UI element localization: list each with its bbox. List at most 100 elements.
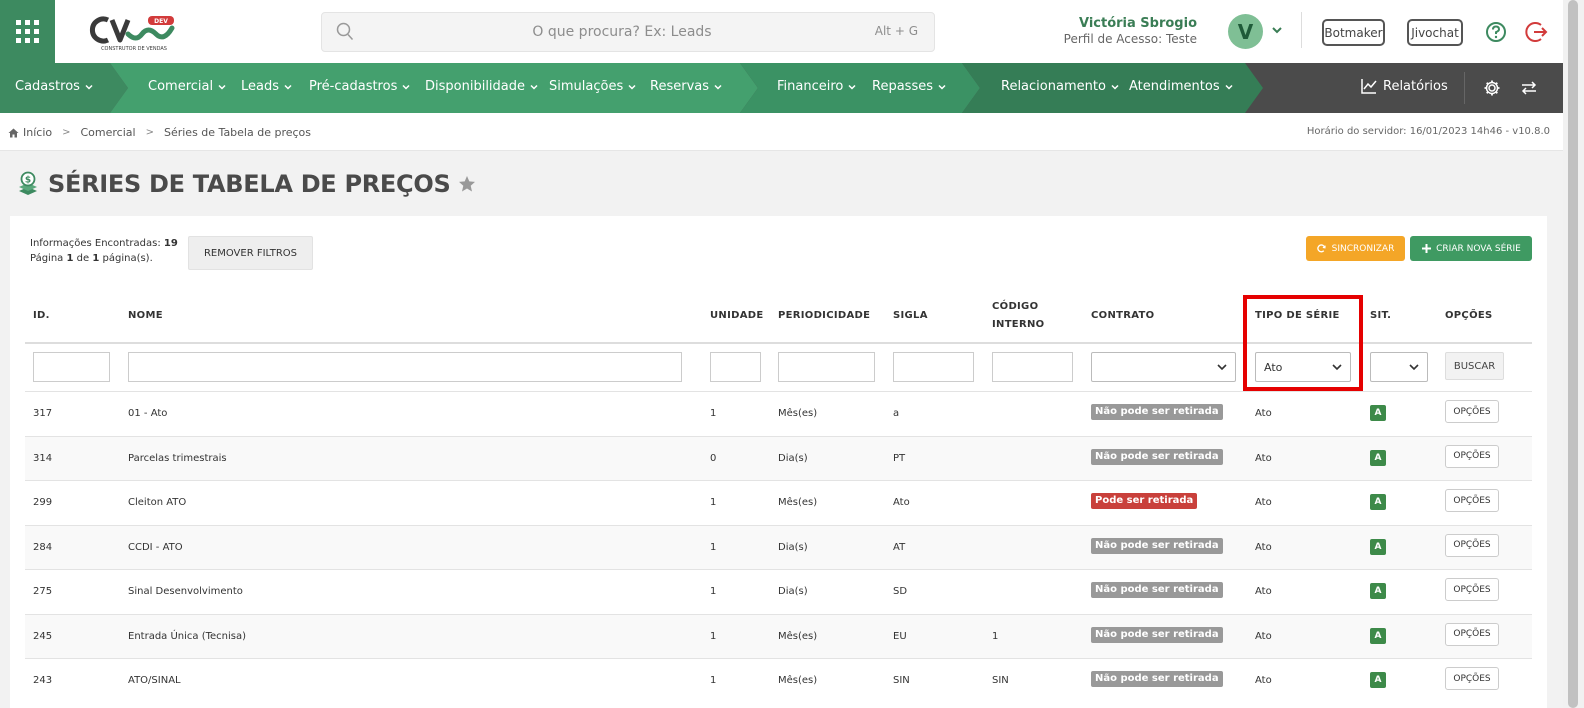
row-options-button[interactable]: OPÇÕES xyxy=(1445,400,1499,423)
row-options-button[interactable]: OPÇÕES xyxy=(1445,489,1499,512)
cell-tipo: Ato xyxy=(1255,630,1272,642)
server-time: Horário do servidor: 16/01/2023 14h46 - … xyxy=(1306,126,1550,137)
table-row[interactable]: 317 01 - Ato 1 Mês(es) a Não pode ser retirad… xyxy=(25,391,1532,435)
row-options-button[interactable]: OPÇÕES xyxy=(1445,533,1499,557)
row-options-button[interactable]: OPÇÕES xyxy=(1445,444,1499,468)
user-name[interactable]: Victória Sbrogio xyxy=(1079,16,1197,31)
svg-text:$: $ xyxy=(25,176,31,186)
header-codigo-interno[interactable]: CÓDIGO INTERNO xyxy=(992,298,1044,334)
cell-tipo: Ato xyxy=(1255,408,1272,419)
header-periodicidade[interactable]: PERIODICIDADE xyxy=(778,307,870,325)
favorite-star-icon[interactable] xyxy=(458,175,476,193)
cell-sigla: Ato xyxy=(893,497,910,508)
nav-repasses[interactable]: Repasses xyxy=(872,79,946,94)
swap-arrows-icon[interactable] xyxy=(1520,80,1538,96)
nav-financeiro[interactable]: Financeiro xyxy=(777,79,856,94)
botmaker-button[interactable]: Botmaker xyxy=(1322,19,1385,46)
nav-comercial[interactable]: Comercial xyxy=(148,79,226,94)
nav-simulacoes[interactable]: Simulações xyxy=(549,79,636,94)
search-icon[interactable] xyxy=(336,22,354,42)
chevron-down-icon xyxy=(1332,363,1342,370)
filter-contrato-select[interactable] xyxy=(1091,352,1236,382)
sync-button[interactable]: SINCRONIZAR xyxy=(1306,236,1405,261)
header-unidade[interactable]: UNIDADE xyxy=(710,307,763,325)
filter-sigla-input[interactable] xyxy=(893,352,974,382)
global-search: Alt + G xyxy=(321,12,935,52)
cell-unidade: 1 xyxy=(710,408,717,419)
nav-atendimentos[interactable]: Atendimentos xyxy=(1129,79,1233,94)
filter-periodicidade-input[interactable] xyxy=(778,352,875,382)
row-options-button[interactable]: OPÇÕES xyxy=(1445,578,1499,601)
nav-cadastros[interactable]: Cadastros xyxy=(15,79,93,94)
cell-nome: Sinal Desenvolvimento xyxy=(128,586,243,597)
cell-periodicidade: Mês(es) xyxy=(778,675,818,686)
contrato-badge: Não pode ser retirada xyxy=(1091,448,1223,465)
breadcrumb-comercial[interactable]: Comercial xyxy=(81,126,136,139)
header-sigla[interactable]: SIGLA xyxy=(893,307,928,325)
logout-icon[interactable] xyxy=(1525,20,1549,44)
nav-pre-cadastros[interactable]: Pré-cadastros xyxy=(309,79,410,94)
refresh-icon xyxy=(1316,244,1326,253)
status-badge: A xyxy=(1370,405,1386,421)
header-tipo-serie[interactable]: TIPO DE SÉRIE xyxy=(1255,307,1340,325)
logo-subtitle: CONSTRUTOR DE VENDAS xyxy=(101,46,167,52)
header-id[interactable]: ID. xyxy=(33,307,50,325)
cell-tipo: Ato xyxy=(1255,586,1272,597)
filter-codigo-input[interactable] xyxy=(992,352,1073,382)
cell-sigla: EU xyxy=(893,630,907,642)
status-badge: A xyxy=(1370,538,1386,555)
cell-nome: CCDI - ATO xyxy=(128,541,183,553)
remove-filters-button[interactable]: REMOVER FILTROS xyxy=(188,236,313,270)
header-situacao[interactable]: SIT. xyxy=(1370,307,1391,325)
table-row[interactable]: 245 Entrada Única (Tecnisa) 1 Mês(es) EU 1 Não… xyxy=(25,613,1532,658)
search-input[interactable] xyxy=(362,13,882,51)
filter-id-input[interactable] xyxy=(33,352,110,382)
contrato-badge: Não pode ser retirada xyxy=(1091,582,1223,598)
results-info: Informações Encontradas: 19 Página 1 de … xyxy=(30,238,178,264)
status-badge: A xyxy=(1370,627,1386,644)
cell-periodicidade: Mês(es) xyxy=(778,630,818,642)
cell-periodicidade: Mês(es) xyxy=(778,408,818,419)
apps-grid-icon xyxy=(16,20,39,43)
scrollbar-thumb[interactable] xyxy=(1568,0,1578,708)
table-row[interactable]: 275 Sinal Desenvolvimento 1 Dia(s) SD Não pod… xyxy=(25,569,1532,613)
header-nome[interactable]: NOME xyxy=(128,307,163,325)
create-series-button[interactable]: CRIAR NOVA SÉRIE xyxy=(1410,236,1532,261)
filter-nome-input[interactable] xyxy=(128,352,682,382)
top-header: DEV CONSTRUTOR DE VENDAS Alt + G Victóri… xyxy=(0,0,1563,63)
help-icon[interactable] xyxy=(1485,21,1507,43)
chevron-down-icon xyxy=(1217,363,1227,370)
filter-unidade-input[interactable] xyxy=(710,352,761,382)
breadcrumb-home[interactable]: Início xyxy=(8,126,52,139)
table-row[interactable]: 243 ATO/SINAL 1 Mês(es) SIN SIN Não pode ser r… xyxy=(25,658,1532,702)
nav-relatorios[interactable]: Relatórios xyxy=(1360,77,1448,95)
table-row[interactable]: 314 Parcelas trimestrais 0 Dia(s) PT Não pode… xyxy=(25,435,1532,480)
cv-logo[interactable]: DEV CONSTRUTOR DE VENDAS xyxy=(86,12,182,54)
nav-reservas[interactable]: Reservas xyxy=(650,79,722,94)
avatar[interactable]: V xyxy=(1228,14,1263,49)
cell-tipo: Ato xyxy=(1255,675,1272,686)
gear-icon[interactable] xyxy=(1483,79,1501,97)
nav-disponibilidade[interactable]: Disponibilidade xyxy=(425,79,538,94)
table-row[interactable]: 284 CCDI - ATO 1 Dia(s) AT Não pode ser retir… xyxy=(25,524,1532,569)
cell-codigo: 1 xyxy=(992,630,999,642)
filter-tipo-serie-select[interactable]: Ato xyxy=(1255,352,1351,382)
status-badge: A xyxy=(1370,672,1386,688)
header-contrato[interactable]: CONTRATO xyxy=(1091,307,1154,325)
jivochat-button[interactable]: Jivochat xyxy=(1407,19,1463,46)
cell-periodicidade: Mês(es) xyxy=(778,497,818,508)
nav-relacionamento[interactable]: Relacionamento xyxy=(1001,79,1119,94)
filter-situacao-select[interactable] xyxy=(1370,352,1428,382)
price-table-icon: $ xyxy=(19,171,37,195)
scrollbar[interactable] xyxy=(1563,0,1584,708)
table-row[interactable]: 299 Cleiton ATO 1 Mês(es) Ato Pode ser retira… xyxy=(25,480,1532,524)
cell-unidade: 1 xyxy=(710,675,717,686)
row-options-button[interactable]: OPÇÕES xyxy=(1445,667,1499,690)
search-button[interactable]: BUSCAR xyxy=(1445,352,1504,380)
row-options-button[interactable]: OPÇÕES xyxy=(1445,622,1499,646)
cell-periodicidade: Dia(s) xyxy=(778,586,808,597)
cell-codigo: SIN xyxy=(992,675,1009,686)
chevron-down-icon[interactable] xyxy=(1271,24,1283,36)
apps-menu-button[interactable] xyxy=(0,0,55,63)
nav-leads[interactable]: Leads xyxy=(241,79,292,94)
